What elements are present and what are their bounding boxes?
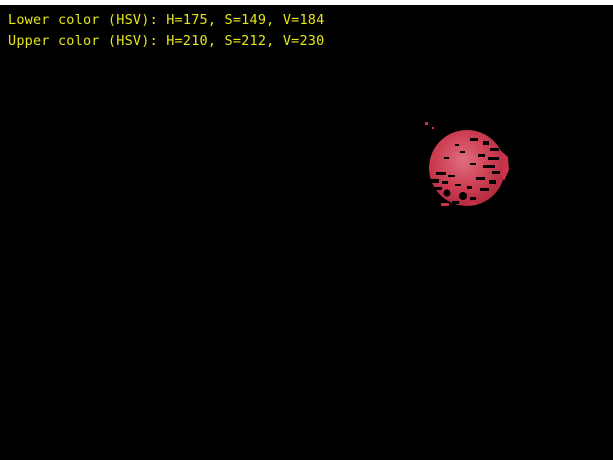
video-frame: Lower color (HSV): H=175, S=149, V=184 U… bbox=[0, 5, 613, 460]
color-mask-layer bbox=[425, 122, 509, 206]
detected-red-object bbox=[425, 122, 509, 206]
opencv-window: Lower color (HSV): H=175, S=149, V=184 U… bbox=[0, 0, 613, 460]
